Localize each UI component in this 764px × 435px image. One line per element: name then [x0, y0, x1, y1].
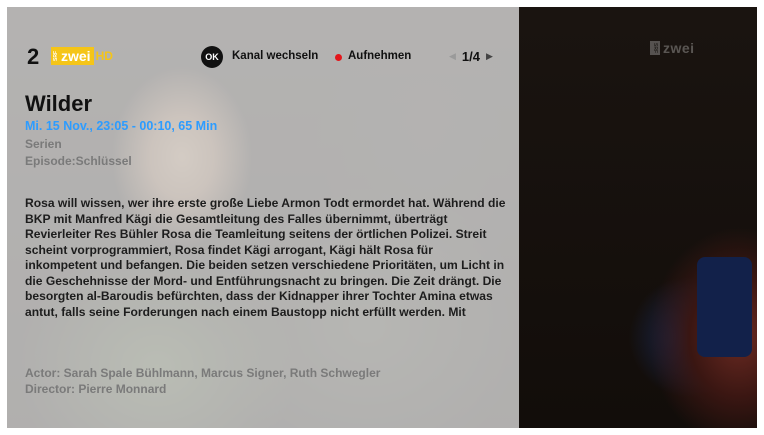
watermark-name: zwei [663, 40, 695, 56]
channel-logo-hd: HD [95, 49, 113, 63]
program-title: Wilder [25, 91, 93, 116]
program-info-overlay: 2 SRF zwei HD OK Kanal wechseln Aufnehme… [7, 7, 519, 428]
page-prev-icon[interactable]: ◀ [449, 51, 456, 62]
info-topbar: 2 SRF zwei HD OK Kanal wechseln Aufnehme… [25, 43, 505, 71]
tv-screen: SRF zwei 2 SRF zwei HD OK Kanal wechseln… [7, 7, 757, 428]
record-label: Aufnehmen [348, 50, 412, 62]
program-time: Mi. 15 Nov., 23:05 - 00:10, 65 Min [25, 119, 218, 133]
page-next-icon[interactable]: ▶ [486, 51, 493, 62]
video-visible-area [519, 7, 757, 428]
program-description: Rosa will wissen, wer ihre erste große L… [25, 196, 506, 319]
ok-key-icon[interactable]: OK [201, 46, 223, 68]
program-director: Director: Pierre Monnard [25, 382, 167, 396]
change-channel-label: Kanal wechseln [232, 50, 319, 62]
channel-logo-srf: SRF [51, 47, 60, 65]
channel-number: 2 [27, 44, 40, 69]
video-channel-watermark: SRF zwei [650, 40, 695, 56]
watermark-srf: SRF [650, 41, 660, 55]
page-indicator: ◀ 1/4 ▶ [449, 49, 493, 64]
channel-logo: SRF zwei HD [51, 47, 113, 65]
channel-logo-name: zwei [60, 47, 94, 65]
program-actors: Actor: Sarah Spale Bühlmann, Marcus Sign… [25, 366, 381, 380]
page-count: 1/4 [461, 49, 480, 64]
program-episode: Episode:Schlüssel [25, 154, 132, 168]
program-genre: Serien [25, 137, 62, 151]
record-dot-icon[interactable] [335, 54, 342, 61]
video-scene-cushion [697, 257, 752, 357]
